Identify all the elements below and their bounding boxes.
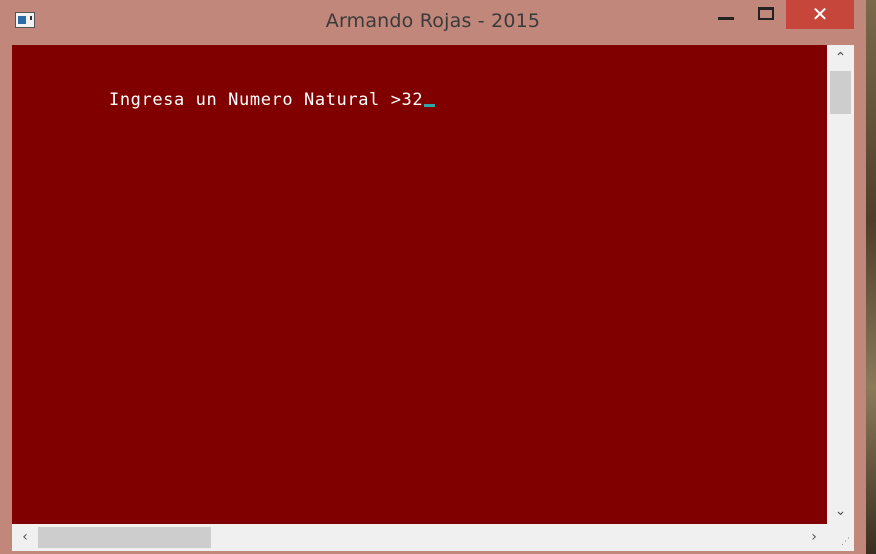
close-icon: ✕ xyxy=(811,2,829,26)
scroll-right-icon[interactable]: › xyxy=(803,524,825,551)
console-prompt: Ingresa un Numero Natural > xyxy=(109,90,402,110)
maximize-button[interactable] xyxy=(745,0,787,29)
desktop-background xyxy=(866,0,876,554)
console-window: Armando Rojas - 2015 ✕ Ingresa un Numero… xyxy=(0,0,866,554)
maximize-icon xyxy=(758,7,774,20)
horizontal-scrollbar[interactable]: ‹ › xyxy=(12,524,827,551)
minimize-button[interactable] xyxy=(703,0,745,29)
resize-grip[interactable]: ⋰ xyxy=(827,524,854,551)
resize-grip-icon: ⋰ xyxy=(841,537,850,547)
scroll-down-icon[interactable]: ⌄ xyxy=(827,500,854,522)
console-input-value[interactable]: 32 xyxy=(402,90,424,110)
console-output-area[interactable]: Ingresa un Numero Natural >32 xyxy=(12,45,827,524)
text-cursor xyxy=(424,104,436,107)
scroll-left-icon[interactable]: ‹ xyxy=(14,524,36,551)
title-bar[interactable]: Armando Rojas - 2015 ✕ xyxy=(0,0,866,44)
console-prompt-line: Ingresa un Numero Natural >32 xyxy=(109,90,436,110)
vertical-scroll-thumb[interactable] xyxy=(830,71,851,114)
minimize-icon xyxy=(718,17,734,20)
scroll-up-icon[interactable]: ⌃ xyxy=(827,47,854,69)
vertical-scrollbar[interactable]: ⌃ ⌄ xyxy=(827,45,854,524)
horizontal-scroll-thumb[interactable] xyxy=(38,527,211,548)
close-button[interactable]: ✕ xyxy=(786,0,854,29)
